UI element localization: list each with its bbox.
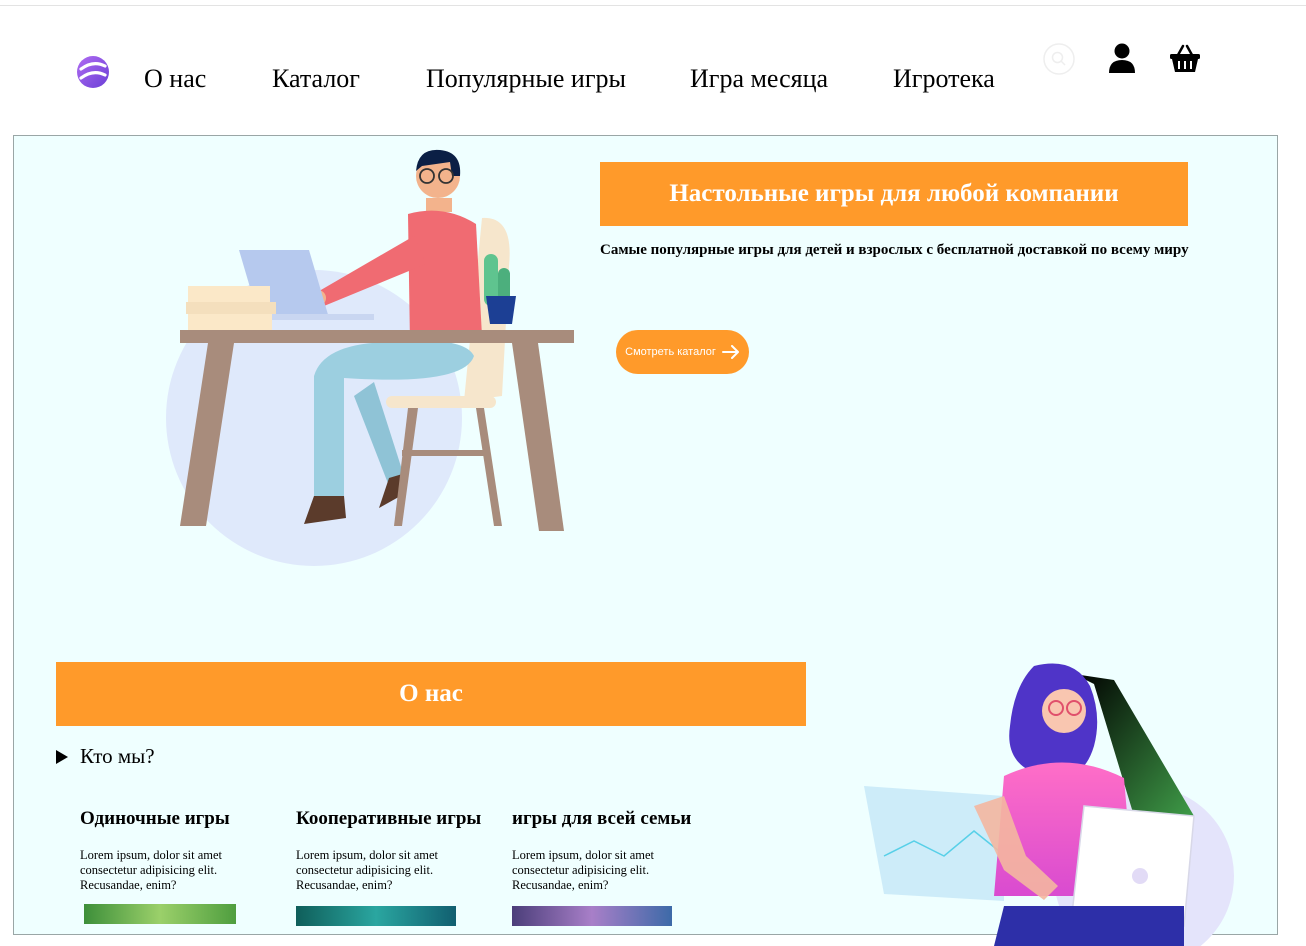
about-title: О нас	[56, 662, 806, 726]
feature-image-coop	[296, 906, 456, 926]
nav-link-game-of-month[interactable]: Игра месяца	[690, 64, 828, 94]
who-are-we-toggle[interactable]: Кто мы?	[56, 744, 155, 769]
view-catalog-button[interactable]: Смотреть каталог	[616, 330, 749, 374]
feature-card-coop: Кооперативные игры Lorem ipsum, dolor si…	[296, 808, 496, 893]
user-icon[interactable]	[1108, 43, 1136, 73]
feature-image-single	[84, 904, 236, 924]
feature-title: Кооперативные игры	[296, 808, 482, 829]
hero-title: Настольные игры для любой компании	[600, 162, 1188, 226]
disclosure-triangle-icon	[56, 749, 68, 764]
feature-title: Одиночные игры	[80, 808, 230, 829]
hero-section: Настольные игры для любой компании Самые…	[13, 135, 1278, 946]
feature-text: Lorem ipsum, dolor sit amet consectetur …	[296, 848, 438, 892]
hero-illustration	[166, 149, 574, 566]
feature-image-family	[512, 906, 672, 926]
nav-link-popular-games[interactable]: Популярные игры	[426, 64, 626, 94]
who-are-we-label: Кто мы?	[80, 744, 155, 768]
nav-link-catalog[interactable]: Каталог	[272, 64, 360, 94]
hero-subtitle: Самые популярные игры для детей и взросл…	[600, 242, 1189, 258]
feature-title: игры для всей семьи	[512, 808, 692, 829]
site-logo[interactable]	[75, 54, 111, 90]
feature-card-single: Одиночные игры Lorem ipsum, dolor sit am…	[80, 808, 280, 893]
nav-link-about[interactable]: О нас	[144, 64, 206, 94]
feature-text: Lorem ipsum, dolor sit amet consectetur …	[80, 848, 222, 892]
search-icon[interactable]	[1043, 43, 1075, 75]
woman-laptop-illustration	[864, 663, 1234, 946]
view-catalog-label: Смотреть каталог	[625, 346, 716, 358]
feature-text: Lorem ipsum, dolor sit amet consectetur …	[512, 848, 654, 892]
arrow-right-icon	[721, 345, 739, 359]
nav-link-game-library[interactable]: Игротека	[893, 64, 995, 94]
feature-card-family: игры для всей семьи Lorem ipsum, dolor s…	[512, 808, 712, 893]
top-divider	[0, 5, 1306, 6]
basket-icon[interactable]	[1170, 44, 1200, 73]
